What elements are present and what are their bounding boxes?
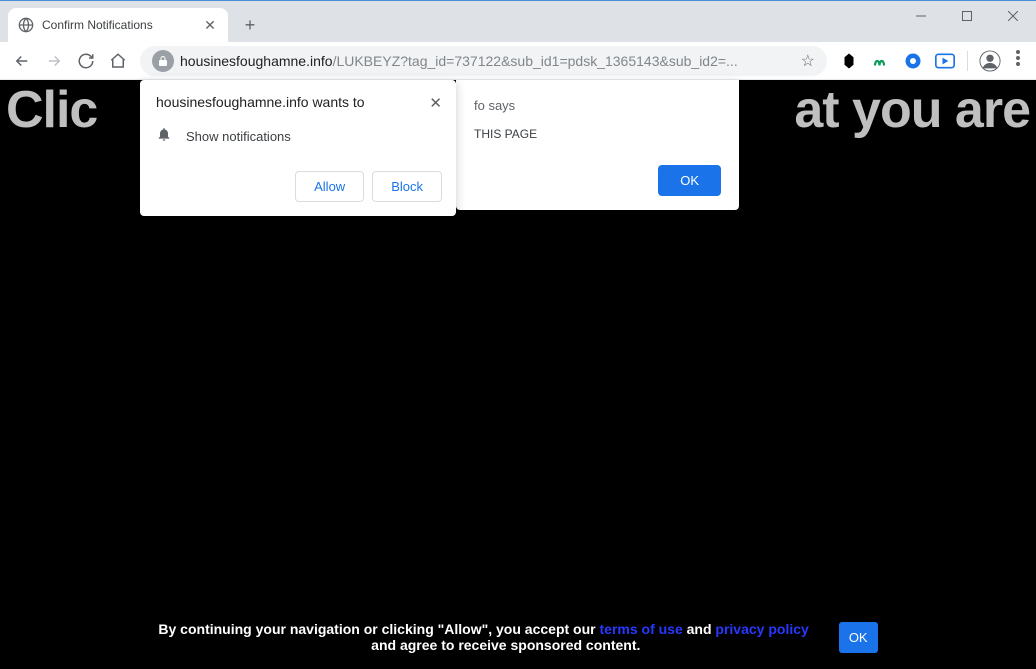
toolbar: housinesfoughamne.info/LUKBEYZ?tag_id=73… (0, 42, 1036, 80)
close-window-button[interactable] (990, 1, 1036, 31)
reload-button[interactable] (72, 47, 100, 75)
permission-title: housinesfoughamne.info wants to (156, 94, 365, 110)
back-button[interactable] (8, 47, 36, 75)
maximize-button[interactable] (944, 1, 990, 31)
alert-ok-button[interactable]: OK (658, 165, 721, 196)
terms-link[interactable]: terms of use (600, 621, 683, 637)
profile-avatar-icon[interactable] (976, 47, 1004, 75)
browser-tab[interactable]: Confirm Notifications ✕ (8, 8, 228, 42)
extension-icon-1[interactable] (835, 47, 863, 75)
minimize-button[interactable] (898, 1, 944, 31)
extension-icon-4[interactable] (931, 47, 959, 75)
separator (967, 51, 968, 71)
extension-icon-3[interactable] (899, 47, 927, 75)
lock-icon[interactable] (152, 50, 174, 72)
url-path: /LUKBEYZ?tag_id=737122&sub_id1=pdsk_1365… (333, 53, 738, 69)
globe-icon (18, 17, 34, 33)
new-tab-button[interactable]: + (236, 11, 264, 39)
bookmark-star-icon[interactable]: ☆ (801, 51, 815, 71)
allow-button[interactable]: Allow (295, 171, 364, 202)
js-alert-dialog: fo says THIS PAGE OK (456, 80, 739, 210)
block-button[interactable]: Block (372, 171, 442, 202)
notification-permission-dialog: housinesfoughamne.info wants to ✕ Show n… (140, 80, 456, 216)
bell-icon (156, 126, 172, 147)
permission-label: Show notifications (186, 129, 291, 144)
title-bar: Confirm Notifications ✕ + (0, 0, 1036, 42)
alert-title: fo says (474, 98, 721, 113)
consent-ok-button[interactable]: OK (839, 622, 878, 653)
extension-icon-2[interactable] (867, 47, 895, 75)
window-controls (898, 1, 1036, 31)
privacy-link[interactable]: privacy policy (715, 621, 808, 637)
address-bar[interactable]: housinesfoughamne.info/LUKBEYZ?tag_id=73… (140, 46, 827, 76)
home-button[interactable] (104, 47, 132, 75)
forward-button[interactable] (40, 47, 68, 75)
tab-title: Confirm Notifications (42, 18, 202, 32)
consent-text: By continuing your navigation or clickin… (158, 621, 808, 653)
close-icon[interactable]: ✕ (429, 94, 442, 112)
headline-part-2: at you are (794, 81, 1030, 139)
url-text: housinesfoughamne.info/LUKBEYZ?tag_id=73… (180, 53, 793, 69)
headline-part-1: Clic (6, 81, 97, 139)
menu-button[interactable] (1008, 50, 1028, 71)
close-icon[interactable]: ✕ (202, 17, 218, 33)
consent-bar: By continuing your navigation or clickin… (0, 621, 1036, 653)
url-domain: housinesfoughamne.info (180, 53, 333, 69)
alert-message: THIS PAGE (474, 127, 721, 141)
